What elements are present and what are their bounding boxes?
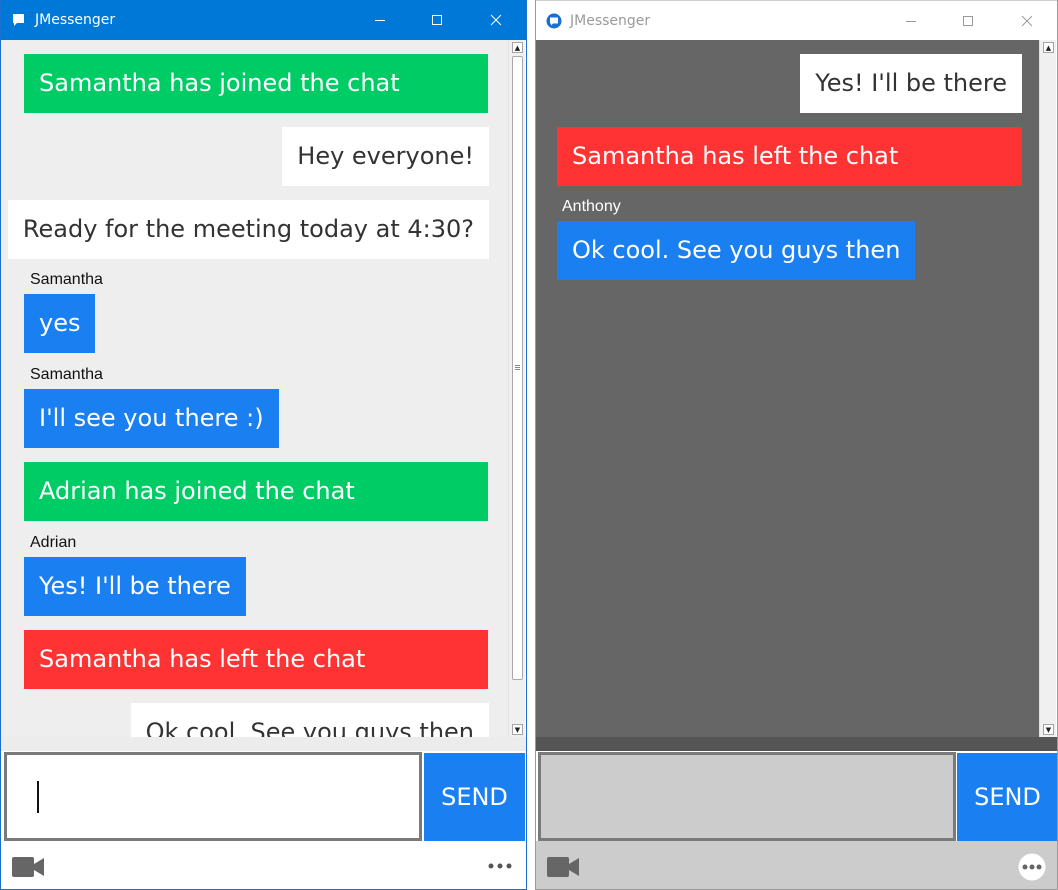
divider [536,737,1057,751]
close-button[interactable] [998,1,1056,41]
own-message: Ready for the meeting today at 4:30? [7,200,489,259]
close-icon [1021,15,1033,27]
send-button[interactable]: SEND [957,753,1057,841]
sender-name: Adrian [30,534,77,551]
sender-name: Samantha [30,271,103,288]
window-title: JMessenger [570,13,651,29]
scroll-down-button[interactable]: ▼ [512,724,523,735]
system-leave-message: Samantha has left the chat [557,127,1022,186]
chat-area[interactable]: Yes! I'll be there Samantha has left the… [536,40,1039,737]
text-caret [37,781,39,813]
system-join-message: Adrian has joined the chat [24,462,488,521]
minimize-icon [906,21,916,22]
video-camera-icon[interactable] [10,855,46,879]
message-input[interactable] [538,752,956,841]
incoming-message: I'll see you there :) [24,389,279,448]
sender-name: Anthony [562,198,621,215]
incoming-message: Yes! I'll be there [24,557,246,616]
bottom-toolbar [1,841,526,889]
scroll-up-button[interactable]: ▲ [1043,42,1054,53]
own-message: Hey everyone! [282,127,489,186]
maximize-icon [963,16,973,26]
bottom-toolbar [536,841,1057,889]
scroll-up-button[interactable]: ▲ [512,42,523,53]
incoming-message: Ok cool. See you guys then [557,221,916,280]
chat-area[interactable]: Samantha has joined the chat Hey everyon… [1,40,508,737]
chat-scrollbar[interactable]: ▲ ▼ [1039,40,1056,737]
close-icon [490,14,502,26]
divider [1,737,526,751]
title-bar[interactable]: JMessenger [1,0,526,40]
scroll-down-button[interactable]: ▼ [1043,724,1054,735]
chat-bubble-icon [13,14,24,26]
title-bar[interactable]: JMessenger [536,0,1057,40]
jmessenger-window-right: JMessenger Yes! I'll be there Samantha h… [535,0,1058,890]
system-leave-message: Samantha has left the chat [24,630,488,689]
more-options-icon[interactable] [486,853,514,879]
window-title: JMessenger [35,12,116,28]
close-button[interactable] [467,0,525,40]
maximize-button[interactable] [939,1,997,41]
chat-bubble-icon [546,13,562,29]
minimize-button[interactable] [882,1,940,41]
jmessenger-window-left: JMessenger Samantha has joined the chat … [0,0,527,890]
own-message: Yes! I'll be there [800,54,1022,113]
sender-name: Samantha [30,366,103,383]
incoming-message: yes [24,294,96,353]
scroll-thumb[interactable] [512,56,523,680]
own-message: Ok cool. See you guys then [130,703,489,737]
maximize-icon [432,15,442,25]
message-input[interactable] [4,752,422,841]
more-options-icon[interactable] [1017,853,1047,881]
send-button[interactable]: SEND [424,753,525,841]
maximize-button[interactable] [408,0,466,40]
minimize-icon [375,20,385,21]
video-camera-icon[interactable] [545,855,581,879]
minimize-button[interactable] [351,0,409,40]
system-join-message: Samantha has joined the chat [24,54,488,113]
chat-scrollbar[interactable]: ▲ ▼ [508,40,525,737]
